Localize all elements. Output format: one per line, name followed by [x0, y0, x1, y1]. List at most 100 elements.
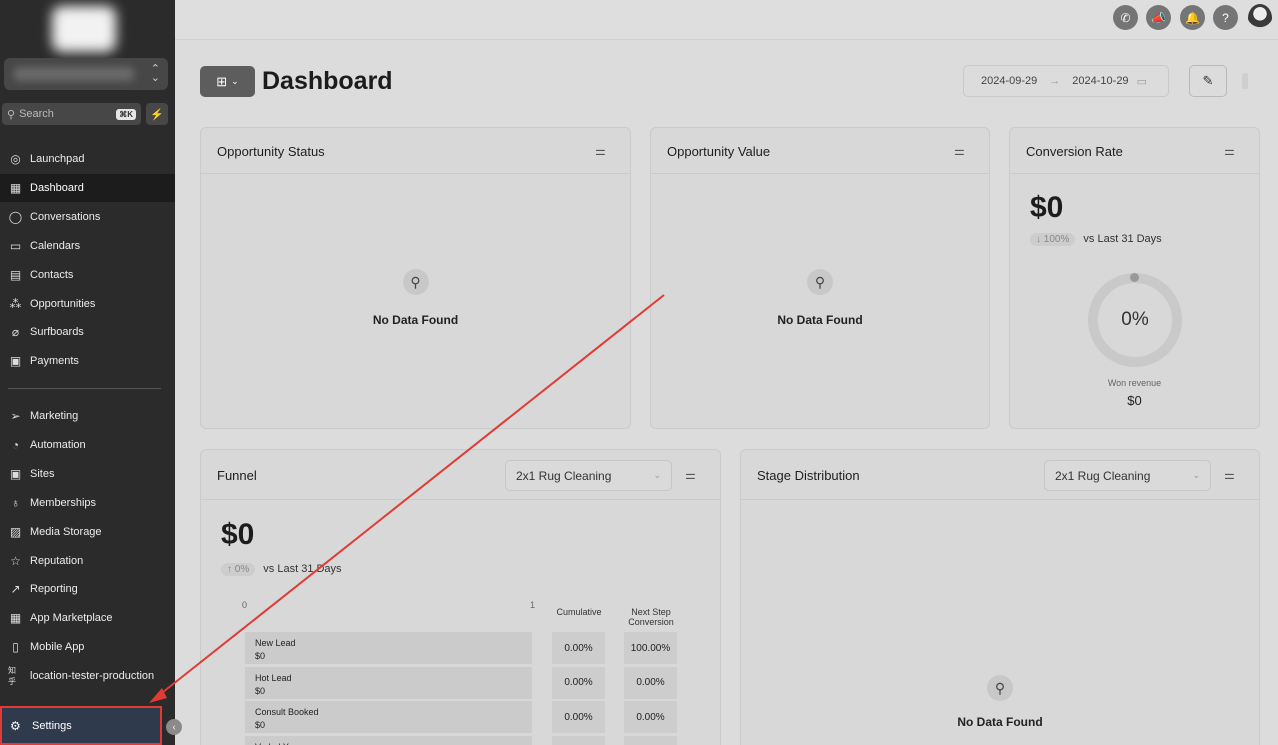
card-header: Opportunity Status ⚌	[201, 128, 630, 174]
sidebar-item-reporting[interactable]: ↗ Reporting	[0, 575, 175, 603]
grid-icon: ▦	[9, 180, 22, 195]
funnel-cumulative-cell: 0.00%	[552, 701, 605, 734]
updown-chevron-icon: ⌃ ⌄	[150, 63, 160, 84]
sidebar-item-location-tester-production[interactable]: 知乎 location-tester-production	[0, 662, 175, 690]
pipeline-select[interactable]: 2x1 Rug Cleaning ⌄	[1044, 460, 1211, 491]
announcements-button[interactable]: 📣	[1146, 5, 1171, 30]
axis-max: 1	[530, 600, 536, 610]
calendar-icon: ▭	[1136, 75, 1147, 88]
edit-dashboard-button[interactable]: ✎	[1189, 65, 1227, 97]
pipeline-select-value: 2x1 Rug Cleaning	[516, 468, 612, 483]
comparison: ↑ 0% vs Last 31 Days	[221, 563, 342, 576]
sidebar-item-marketing[interactable]: ➢ Marketing	[0, 402, 175, 430]
empty-state: ⚲ No Data Found	[201, 269, 630, 327]
stage-distribution-card: Stage Distribution 2x1 Rug Cleaning ⌄ ⚌ …	[740, 449, 1260, 745]
empty-state-text: No Data Found	[957, 715, 1043, 729]
account-switcher[interactable]: ⌃ ⌄	[4, 58, 168, 90]
sidebar-item-opportunities[interactable]: ⁂ Opportunities	[0, 290, 175, 318]
sidebar-item-payments[interactable]: ▣ Payments	[0, 347, 175, 375]
sidebar-item-label: Calendars	[30, 239, 81, 252]
company-logo[interactable]	[52, 6, 116, 52]
card-title: Stage Distribution	[757, 468, 860, 483]
gear-icon: ⚙	[10, 718, 21, 733]
user-avatar[interactable]	[1248, 4, 1272, 32]
quick-actions-button[interactable]: ⚡	[146, 103, 168, 125]
filter-icon[interactable]: ⚌	[1224, 144, 1235, 158]
bell-icon: 🔔	[1185, 10, 1200, 25]
dashboard-switcher-button[interactable]: ⊞ ⌄	[200, 66, 255, 97]
location-tag-icon: 知乎	[8, 666, 16, 687]
sidebar-item-label: Surfboards	[30, 326, 84, 339]
funnel-value: $0	[221, 518, 255, 551]
sidebar-item-memberships[interactable]: ♁ Memberships	[0, 489, 175, 517]
card-header: Opportunity Value ⚌	[651, 128, 989, 174]
sidebar-item-app-marketplace[interactable]: ▦ App Marketplace	[0, 604, 175, 632]
arrow-right-icon: →	[1049, 75, 1061, 87]
sidebar-item-surfboards[interactable]: ⌀ Surfboards	[0, 318, 175, 346]
funnel-card: Funnel 2x1 Rug Cleaning ⌄ ⚌ $0 ↑ 0% vs L…	[200, 449, 721, 745]
date-range-picker[interactable]: 2024-09-29 → 2024-10-29 ▭	[963, 65, 1169, 97]
question-icon: ?	[1222, 10, 1229, 25]
filter-icon[interactable]: ⚌	[685, 468, 696, 482]
star-icon: ☆	[10, 553, 21, 568]
search-icon: ⚲	[807, 269, 833, 295]
phone-icon: ✆	[1120, 10, 1131, 25]
sidebar-item-label: Automation	[30, 438, 86, 451]
card-header: Funnel 2x1 Rug Cleaning ⌄ ⚌	[201, 450, 720, 500]
sidebar-item-reputation[interactable]: ☆ Reputation	[0, 547, 175, 575]
sidebar-item-settings[interactable]: ⚙ Settings	[0, 706, 162, 745]
sidebar-item-conversations[interactable]: ◯ Conversations	[0, 203, 175, 231]
sidebar-item-label: Reputation	[30, 554, 84, 567]
phone-button[interactable]: ✆	[1113, 5, 1138, 30]
chat-icon: ◯	[8, 209, 23, 224]
pencil-icon: ✎	[1202, 73, 1214, 88]
account-name-redacted	[14, 67, 134, 81]
sidebar-item-label: Launchpad	[30, 153, 85, 165]
collapse-sidebar-button[interactable]: ‹	[166, 719, 182, 735]
sidebar-item-media-storage[interactable]: ▨ Media Storage	[0, 518, 175, 546]
sidebar-item-label: location-tester-production	[30, 670, 155, 683]
sidebar-item-contacts[interactable]: ▤ Contacts	[0, 261, 175, 289]
funnel-stage-name: Consult Booked	[255, 707, 319, 717]
date-end: 2024-10-29	[1072, 75, 1129, 87]
empty-state: ⚲ No Data Found	[651, 269, 989, 327]
sidebar-item-label: App Marketplace	[30, 612, 113, 625]
filter-icon[interactable]: ⚌	[595, 144, 606, 158]
opportunity-value-card: Opportunity Value ⚌ ⚲ No Data Found	[650, 127, 990, 429]
calendar-icon: ▭	[9, 238, 22, 253]
notifications-button[interactable]: 🔔	[1180, 5, 1205, 30]
pipeline-select[interactable]: 2x1 Rug Cleaning ⌄	[505, 460, 672, 491]
opportunities-icon: ⁂	[9, 296, 22, 311]
sidebar-item-label: Sites	[30, 467, 55, 480]
pipeline-select-value: 2x1 Rug Cleaning	[1055, 468, 1151, 483]
sidebar-item-sites[interactable]: ▣ Sites	[0, 460, 175, 488]
sidebar-item-launchpad[interactable]: ◎ Launchpad	[0, 145, 175, 173]
empty-state: ⚲ No Data Found	[741, 675, 1259, 729]
sidebar-item-label: Conversations	[30, 210, 101, 223]
comparison-text: vs Last 31 Days	[1083, 233, 1162, 245]
donut-marker	[1130, 273, 1139, 282]
search-input[interactable]: ⚲ Search ⌘K	[2, 103, 141, 125]
sidebar-item-label: Memberships	[30, 496, 97, 509]
payments-icon: ▣	[9, 354, 22, 369]
sidebar-item-label: Mobile App	[30, 641, 85, 654]
more-options-button[interactable]	[1242, 73, 1248, 89]
chevron-down-icon: ⌄	[653, 470, 661, 480]
sidebar-item-calendars[interactable]: ▭ Calendars	[0, 232, 175, 260]
column-header-cumulative: Cumulative	[556, 607, 602, 617]
sidebar-item-dashboard[interactable]: ▦ Dashboard	[0, 173, 175, 202]
won-revenue-value: $0	[1127, 393, 1142, 408]
help-button[interactable]: ?	[1213, 5, 1238, 30]
change-badge: ↑ 0%	[221, 563, 256, 576]
sidebar-item-label: Reporting	[30, 583, 78, 596]
award-icon: ♁	[11, 495, 20, 510]
sidebar-item-label: Settings	[32, 719, 72, 732]
image-icon: ▨	[9, 524, 22, 539]
megaphone-icon: 📣	[1151, 10, 1166, 25]
filter-icon[interactable]: ⚌	[1224, 468, 1235, 482]
card-header: Conversion Rate ⚌	[1010, 128, 1259, 174]
sidebar-item-mobile-app[interactable]: ▯ Mobile App	[0, 633, 175, 661]
funnel-stage-amount: $0	[255, 651, 266, 661]
filter-icon[interactable]: ⚌	[954, 144, 965, 158]
sidebar-item-automation[interactable]: ◔ Automation	[0, 431, 175, 459]
